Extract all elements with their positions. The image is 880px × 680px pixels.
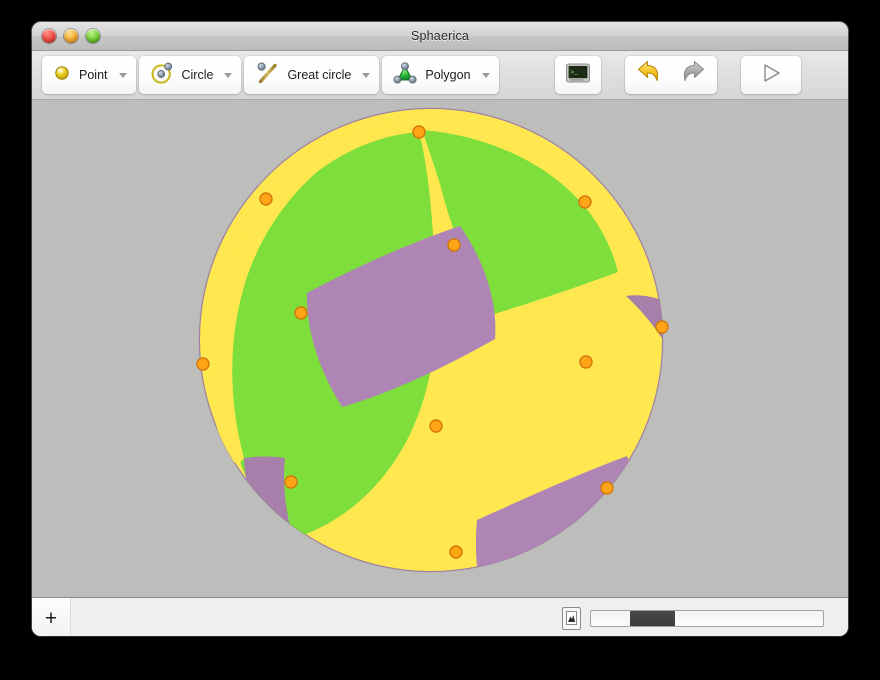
console-button[interactable]: >_ — [555, 56, 601, 94]
chevron-down-icon[interactable] — [362, 72, 371, 78]
app-window: Sphaerica Point Circle Great circle Poly… — [32, 22, 848, 636]
point-marker[interactable] — [294, 306, 308, 320]
svg-text:>_: >_ — [570, 69, 578, 76]
point-marker[interactable] — [578, 195, 592, 209]
point-marker[interactable] — [259, 192, 273, 206]
chevron-down-icon[interactable] — [481, 72, 490, 78]
add-button[interactable]: + — [32, 598, 71, 636]
point-marker[interactable] — [196, 357, 210, 371]
terminal-icon: >_ — [565, 62, 591, 89]
tool-circle[interactable]: Circle — [139, 56, 242, 94]
point-icon — [52, 63, 72, 88]
tool-group-circle: Circle — [138, 56, 242, 94]
status-bar: + — [32, 597, 848, 636]
point-marker[interactable] — [429, 419, 443, 433]
sphere-front-faces — [200, 109, 663, 572]
toolbar: Point Circle Great circle Polygon >_ — [32, 51, 848, 100]
tool-group-point: Point — [42, 56, 136, 94]
chevron-down-icon[interactable] — [224, 72, 233, 78]
point-marker[interactable] — [412, 125, 426, 139]
tool-group-great-circle: Great circle — [244, 56, 380, 94]
tool-point[interactable]: Point — [42, 56, 136, 94]
point-marker[interactable] — [579, 355, 593, 369]
point-marker[interactable] — [600, 481, 614, 495]
tool-great-circle[interactable]: Great circle — [244, 56, 379, 94]
tool-circle-label: Circle — [181, 68, 214, 82]
undo-button[interactable] — [625, 56, 671, 94]
minimize-button[interactable] — [64, 29, 78, 43]
status-right-group — [562, 606, 848, 630]
great-circle-icon — [254, 60, 280, 91]
sphere-drawing — [196, 107, 669, 573]
play-button[interactable] — [741, 56, 801, 94]
title-bar[interactable]: Sphaerica — [32, 22, 848, 51]
sphere-canvas[interactable] — [32, 100, 848, 597]
tool-polygon-label: Polygon — [425, 68, 471, 82]
window-title: Sphaerica — [410, 29, 470, 43]
close-button[interactable] — [42, 29, 56, 43]
polygon-icon — [392, 60, 418, 91]
point-marker[interactable] — [449, 545, 463, 559]
window-controls — [42, 29, 100, 43]
tool-group-history — [624, 56, 717, 94]
chevron-down-icon[interactable] — [118, 72, 127, 78]
tool-group-console: >_ — [554, 56, 601, 94]
tool-group-play — [740, 56, 801, 94]
point-marker[interactable] — [447, 238, 461, 252]
redo-arrow-icon — [681, 60, 707, 90]
redo-button[interactable] — [671, 56, 717, 94]
scrollbar-thumb[interactable] — [630, 610, 675, 626]
point-marker[interactable] — [655, 320, 669, 334]
tool-group-polygon: Polygon — [382, 56, 499, 94]
zoom-button[interactable] — [86, 29, 100, 43]
play-triangle-icon — [759, 62, 783, 89]
tool-great-circle-label: Great circle — [287, 68, 352, 82]
undo-arrow-icon — [635, 60, 661, 90]
zoom-scrollbar[interactable] — [590, 609, 824, 627]
tool-polygon[interactable]: Polygon — [382, 56, 498, 94]
point-marker[interactable] — [284, 475, 298, 489]
thumbnail-icon[interactable] — [562, 606, 581, 630]
tool-point-label: Point — [79, 68, 108, 82]
circle-icon — [149, 60, 175, 91]
